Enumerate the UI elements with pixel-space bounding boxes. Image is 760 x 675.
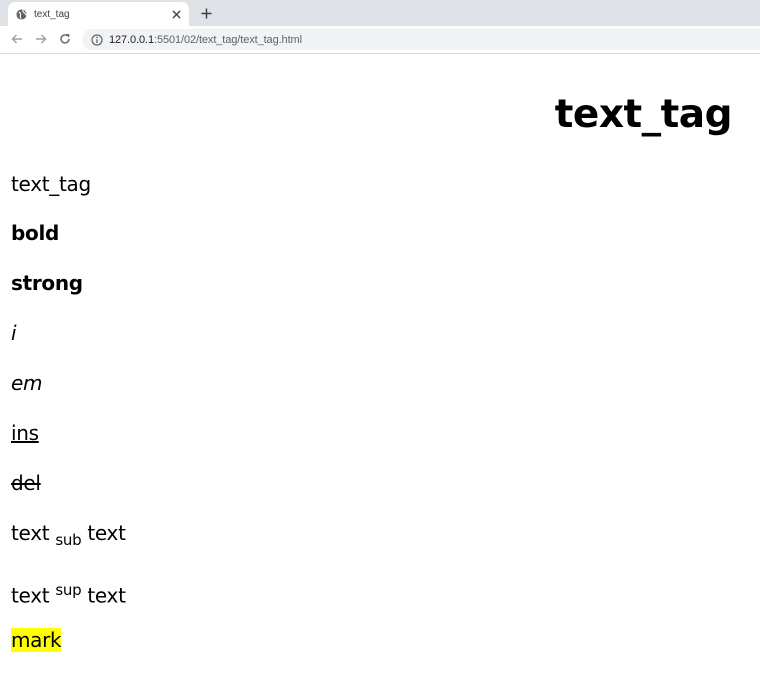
del-text: del <box>11 471 41 495</box>
em-line: em <box>11 370 42 396</box>
address-bar[interactable]: 127.0.0.1:5501/02/text_tag/text_tag.html <box>82 29 760 50</box>
url-path: :5501/02/text_tag/text_tag.html <box>153 33 302 46</box>
browser-tab[interactable]: text_tag <box>8 2 189 26</box>
reload-button[interactable] <box>58 32 72 46</box>
sup-before-text: text <box>11 583 50 608</box>
mark-line: mark <box>11 627 62 653</box>
em-text: em <box>11 371 43 395</box>
page-title: text_tag <box>554 92 733 137</box>
sup-line: text sup text <box>11 577 126 609</box>
arrow-left-icon <box>11 34 22 44</box>
plus-icon <box>200 7 212 19</box>
bold-text: bold <box>11 221 60 245</box>
del-line: del <box>11 470 41 496</box>
sup-after-text: text <box>87 583 126 608</box>
strong-text: strong <box>11 271 83 295</box>
url-host: 127.0.0.1 <box>109 33 154 46</box>
forward-button[interactable] <box>34 32 48 46</box>
mark-text: mark <box>11 628 62 652</box>
sub-line: text sub text <box>11 520 126 553</box>
tab-title: text_tag <box>34 8 70 20</box>
close-tab-icon[interactable] <box>170 8 182 20</box>
back-button[interactable] <box>10 32 24 46</box>
sub-before-text: text <box>11 521 50 545</box>
ins-line: ins <box>11 420 39 446</box>
strong-line: strong <box>11 270 83 296</box>
superscript-text: sup <box>55 581 82 599</box>
bold-line: bold <box>11 220 59 246</box>
ins-text: ins <box>11 421 39 445</box>
arrow-right-icon <box>36 34 47 44</box>
tab-strip: text_tag <box>0 0 760 26</box>
italic-line: i <box>11 320 17 346</box>
italic-text: i <box>11 321 17 345</box>
globe-icon <box>16 8 27 20</box>
browser-toolbar: 127.0.0.1:5501/02/text_tag/text_tag.html <box>0 26 760 54</box>
reload-icon <box>60 34 70 44</box>
info-icon[interactable] <box>91 33 103 46</box>
subscript-text: sub <box>55 531 82 549</box>
plain-text: text_tag <box>11 172 91 196</box>
new-tab-button[interactable] <box>198 5 214 21</box>
url-text[interactable]: 127.0.0.1:5501/02/text_tag/text_tag.html <box>109 34 302 46</box>
sub-after-text: text <box>87 521 126 545</box>
